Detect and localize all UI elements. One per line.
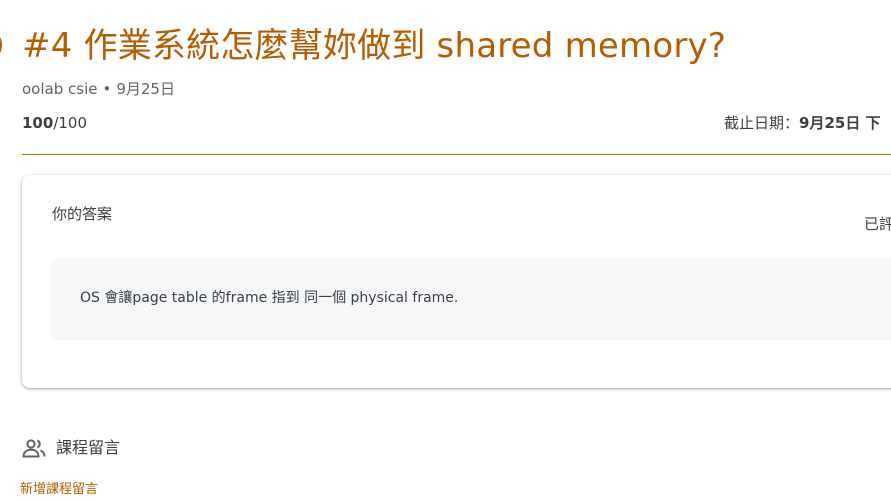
meta-separator: • xyxy=(102,80,112,98)
people-icon xyxy=(22,437,46,459)
page-title: #4 作業系統怎麼幫妳做到 shared memory? xyxy=(22,26,727,66)
assignment-icon xyxy=(0,31,2,59)
points-total: /100 xyxy=(53,114,87,132)
answer-box: OS 會讓page table 的frame 指到 同一個 physical f… xyxy=(51,258,891,340)
add-class-comment-link[interactable]: 新增課程留言 xyxy=(20,480,98,500)
due-label: 截止日期： xyxy=(724,114,800,132)
points-earned: 100 xyxy=(22,114,54,132)
your-answer-card: 你的答案 已評 OS 會讓page table 的frame 指到 同一個 ph… xyxy=(22,175,891,388)
posted-date: 9月25日 xyxy=(116,80,175,98)
class-comments-header: 課程留言 xyxy=(22,435,120,461)
status-badge: 已評 xyxy=(864,215,891,233)
points: 100/100 xyxy=(22,112,87,134)
comments-label: 課程留言 xyxy=(56,438,121,457)
answer-text: OS 會讓page table 的frame 指到 同一個 physical f… xyxy=(80,290,459,306)
author-name: oolab csie xyxy=(22,80,98,98)
due-date: 截止日期：9月25日 下 xyxy=(724,112,881,134)
assignment-meta: oolab csie • 9月25日 xyxy=(22,78,175,100)
card-title: 你的答案 xyxy=(52,205,113,223)
header-divider xyxy=(22,154,891,155)
due-date-value: 9月25日 下 xyxy=(799,114,881,132)
